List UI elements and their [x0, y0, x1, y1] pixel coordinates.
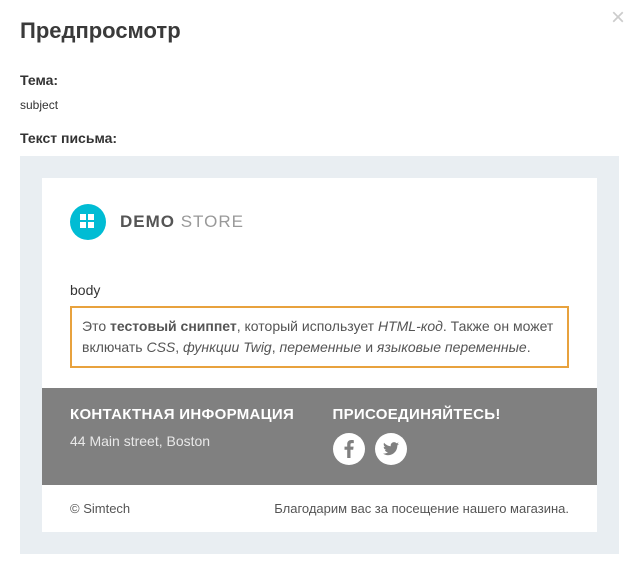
snippet-italic: функции Twig [183, 339, 272, 355]
footer-contact-address: 44 Main street, Boston [70, 433, 307, 449]
email-body-text: body [70, 282, 569, 298]
social-icons [333, 433, 570, 465]
logo-text-bold: DEMO [120, 212, 175, 231]
email-content: DEMO STORE body Это тестовый сниппет, ко… [42, 178, 597, 388]
subject-value: subject [20, 98, 619, 112]
footer-social-col: ПРИСОЕДИНЯЙТЕСЬ! [333, 406, 570, 465]
body-label: Текст письма: [20, 130, 619, 146]
thanks-text: Благодарим вас за посещение нашего магаз… [274, 501, 569, 516]
snippet-text: Это [82, 318, 110, 334]
subject-label: Тема: [20, 72, 619, 88]
snippet-box: Это тестовый сниппет, который использует… [70, 306, 569, 368]
email-preview-wrapper: DEMO STORE body Это тестовый сниппет, ко… [20, 156, 619, 554]
modal-title: Предпросмотр [20, 18, 619, 44]
logo-text-light: STORE [175, 212, 244, 231]
close-icon[interactable]: × [611, 6, 625, 30]
copyright-text: © Simtech [70, 501, 130, 516]
grid-icon [80, 214, 96, 230]
logo-icon [70, 204, 106, 240]
snippet-bold: тестовый сниппет [110, 318, 237, 334]
email-logo-row: DEMO STORE [70, 204, 569, 240]
modal-header: Предпросмотр × [0, 0, 639, 58]
snippet-text: и [361, 339, 377, 355]
twitter-icon[interactable] [375, 433, 407, 465]
snippet-text: , который использует [237, 318, 378, 334]
modal-body: Тема: subject Текст письма: DEMO STORE b… [0, 58, 639, 554]
facebook-icon[interactable] [333, 433, 365, 465]
snippet-text: . [527, 339, 531, 355]
snippet-italic: CSS [146, 339, 175, 355]
email-copyright-row: © Simtech Благодарим вас за посещение на… [42, 485, 597, 532]
snippet-italic: переменные [280, 339, 362, 355]
snippet-text: , [175, 339, 183, 355]
footer-social-heading: ПРИСОЕДИНЯЙТЕСЬ! [333, 406, 570, 423]
snippet-italic: HTML-код [378, 318, 443, 334]
logo-text: DEMO STORE [120, 212, 244, 232]
footer-contact-heading: КОНТАКТНАЯ ИНФОРМАЦИЯ [70, 406, 307, 423]
footer-contact-col: КОНТАКТНАЯ ИНФОРМАЦИЯ 44 Main street, Bo… [70, 406, 307, 465]
snippet-text: , [272, 339, 280, 355]
snippet-italic: языковые переменные [377, 339, 527, 355]
email-footer: КОНТАКТНАЯ ИНФОРМАЦИЯ 44 Main street, Bo… [42, 388, 597, 485]
